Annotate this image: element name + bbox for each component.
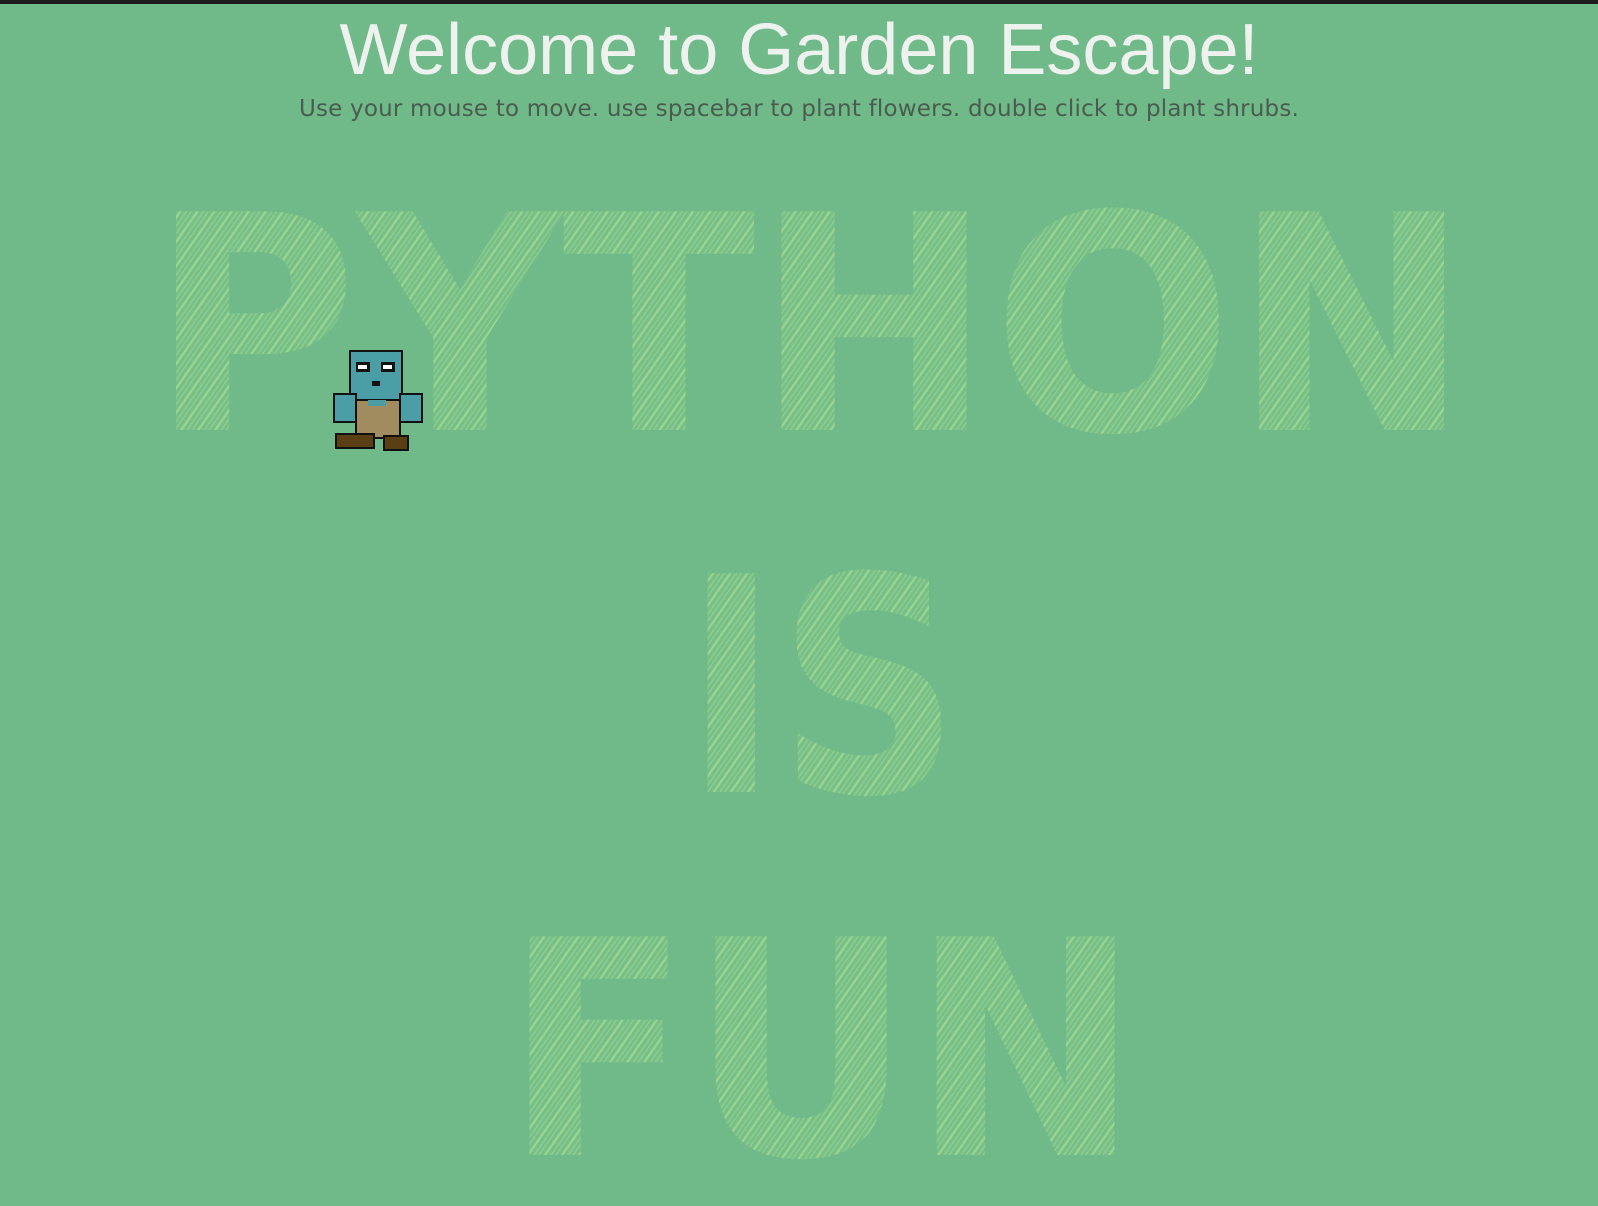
player-left-eye-white [358, 365, 367, 369]
player-right-eye-white [383, 365, 392, 369]
garden-word-is: IS [685, 514, 960, 863]
player-mouth [372, 381, 380, 386]
player-left-boot [335, 433, 375, 449]
gardener-sprite-icon[interactable] [330, 348, 426, 452]
player-right-boot [383, 435, 409, 451]
game-title: Welcome to Garden Escape! [339, 10, 1259, 90]
player-left-arm [333, 393, 357, 423]
garden-canvas[interactable]: PYTHON IS FUN [0, 0, 1598, 1206]
player-collar [368, 400, 386, 406]
game-header: Welcome to Garden Escape! Use your mouse… [0, 8, 1598, 124]
garden-word-fun: FUN [505, 877, 1140, 1206]
player-right-arm [399, 393, 423, 423]
game-instructions: Use your mouse to move. use spacebar to … [298, 96, 1300, 122]
player-head [349, 350, 403, 402]
